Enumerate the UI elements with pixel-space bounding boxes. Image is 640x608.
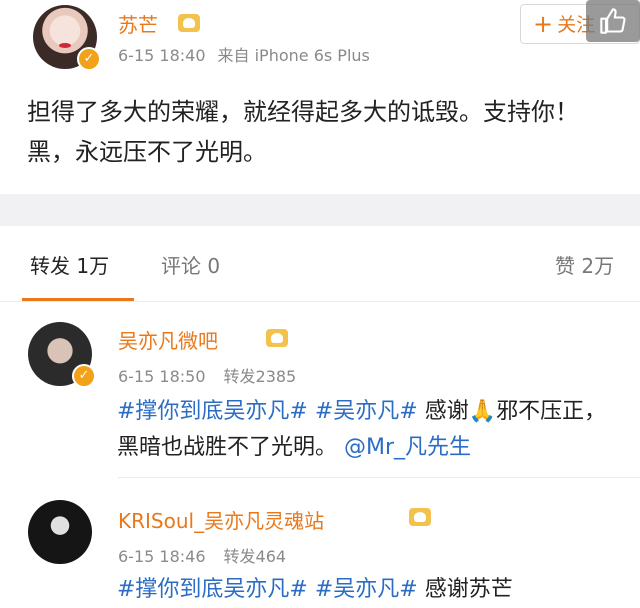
section-divider xyxy=(0,194,640,226)
vip-crown-icon xyxy=(266,328,289,347)
verified-badge-icon: ✓ xyxy=(77,47,101,71)
hashtag-link[interactable]: #撑你到底吴亦凡# #吴亦凡# xyxy=(117,399,418,424)
hashtag-link[interactable]: #撑你到底吴亦凡# #吴亦凡# xyxy=(117,577,418,602)
repost-avatar[interactable] xyxy=(28,500,92,564)
author-avatar[interactable]: ✓ xyxy=(33,5,101,71)
like-overlay-button[interactable] xyxy=(586,0,640,42)
repost-author-name[interactable]: KRISoul_吴亦凡灵魂站 xyxy=(118,505,324,534)
tab-comments[interactable]: 评论 0 xyxy=(161,250,220,279)
repost-meta: 6-15 18:46 转发464 xyxy=(118,543,286,567)
thumbs-up-icon xyxy=(600,8,626,34)
repost-meta: 6-15 18:50 转发2385 xyxy=(118,363,296,387)
tab-reposts[interactable]: 转发 1万 xyxy=(30,250,109,279)
verified-badge-icon: ✓ xyxy=(72,364,96,388)
post-time: 6-15 18:40 xyxy=(118,46,206,65)
repost-text: #撑你到底吴亦凡# #吴亦凡# 感谢🙏邪不压正，黑暗也战胜不了光明。 @Mr_凡… xyxy=(117,394,627,466)
repost-avatar[interactable]: ✓ xyxy=(28,322,96,388)
repost-message: 感谢苏芒 xyxy=(417,577,513,602)
repost-time: 6-15 18:50 xyxy=(118,367,206,386)
repost-divider xyxy=(118,477,640,478)
avatar-lips xyxy=(59,43,71,48)
repost-count: 转发464 xyxy=(223,547,287,566)
plus-icon: + xyxy=(533,10,554,38)
tab-likes[interactable]: 赞 2万 xyxy=(555,250,614,279)
vip-crown-icon xyxy=(409,507,432,526)
vip-crown-icon xyxy=(178,13,200,32)
post-meta: 6-15 18:40 来自 iPhone 6s Plus xyxy=(118,42,370,66)
repost-author-name[interactable]: 吴亦凡微吧 xyxy=(118,325,218,354)
post-text: 担得了多大的荣耀，就经得起多大的诋毁。支持你！黑，永远压不了光明。 xyxy=(27,98,579,166)
mention-link[interactable]: @Mr_凡先生 xyxy=(344,435,471,460)
tabs-divider xyxy=(0,301,640,302)
repost-text: #撑你到底吴亦凡# #吴亦凡# 感谢苏芒 xyxy=(117,572,627,608)
post-author-name[interactable]: 苏芒 xyxy=(118,9,158,38)
repost-count: 转发2385 xyxy=(223,367,297,386)
post-source: 来自 iPhone 6s Plus xyxy=(217,46,370,65)
repost-time: 6-15 18:46 xyxy=(118,547,206,566)
